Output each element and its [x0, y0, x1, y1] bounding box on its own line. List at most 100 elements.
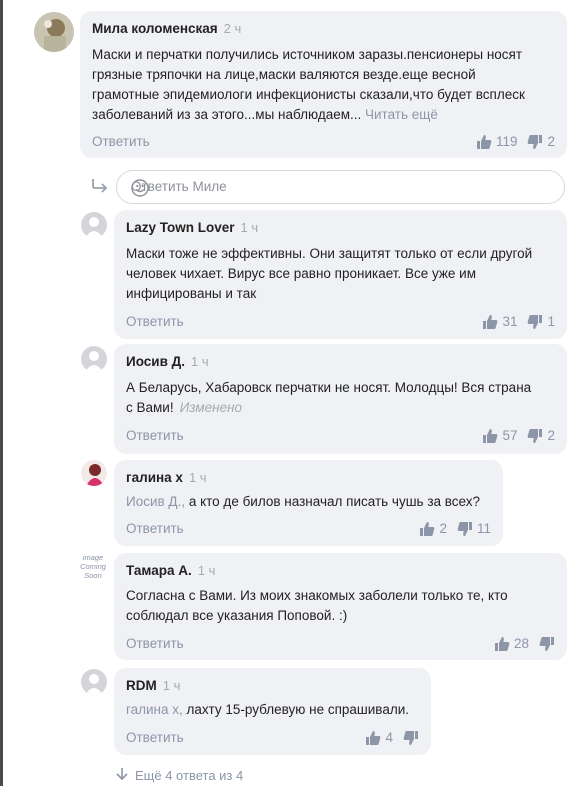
reply-button[interactable]: Ответить	[126, 729, 184, 747]
comment-author[interactable]: Lazy Town Lover	[126, 220, 235, 235]
comment-text: Согласна с Вами. Из моих знакомых заболе…	[126, 586, 508, 626]
reply-row: Ответить Миле	[91, 170, 566, 204]
avatar-text-line: Soon	[84, 571, 102, 580]
chevron-down-icon	[115, 767, 129, 784]
mention-link[interactable]: галина х,	[126, 702, 183, 717]
dislike-button[interactable]: 2	[527, 133, 555, 151]
comment-line: человек чихает. Вирус все равно проникае…	[126, 266, 476, 281]
avatar-text-line: Coming	[80, 562, 106, 571]
avatar[interactable]	[81, 460, 107, 486]
comment-line: грамотные эпидемиологи инфекционисты ска…	[92, 87, 525, 102]
comment-text: А Беларусь, Хабаровск перчатки не носят.…	[126, 378, 531, 418]
comment-line: Согласна с Вами. Из моих знакомых заболе…	[126, 588, 508, 603]
thumb-down-icon	[527, 134, 543, 150]
thumb-up-icon	[476, 134, 492, 150]
dislike-button[interactable]: 11	[457, 520, 491, 538]
comment-header: Lazy Town Lover 1 ч	[126, 219, 258, 237]
dislike-count: 2	[547, 428, 555, 443]
vote-controls: 57 2	[482, 427, 555, 445]
reply-button[interactable]: Ответить	[92, 133, 150, 151]
dislike-button[interactable]	[403, 730, 419, 746]
comment-author[interactable]: Тамара А.	[126, 563, 192, 578]
thumb-down-icon	[457, 521, 473, 537]
vote-controls: 2 11	[419, 520, 491, 538]
like-button[interactable]: 2	[419, 520, 447, 538]
dislike-count: 1	[547, 314, 555, 329]
avatar[interactable]: image Coming Soon	[79, 552, 107, 582]
dislike-button[interactable]: 2	[527, 427, 555, 445]
comment-header: галина х 1 ч	[126, 469, 207, 487]
left-edge	[0, 0, 3, 786]
comment-line: с Вами! Изменено	[126, 398, 531, 418]
thumb-up-icon	[365, 730, 381, 746]
comment-time[interactable]: 1 ч	[241, 220, 259, 235]
reply-arrow-icon	[91, 178, 109, 199]
comment-line: Маски тоже не эффективны. Они защитят то…	[126, 246, 533, 261]
comment-bubble: RDM 1 ч галина х, лахту 15-рублевую не сп…	[114, 668, 431, 755]
comment-author[interactable]: Мила коломенская	[92, 21, 218, 36]
smile-icon[interactable]	[131, 179, 554, 200]
reply-button[interactable]: Ответить	[126, 635, 184, 653]
avatar-placeholder-text: image Coming Soon	[79, 552, 107, 580]
reply-button[interactable]: Ответить	[126, 520, 184, 538]
reply-button[interactable]: Ответить	[126, 313, 184, 331]
like-count: 119	[495, 134, 518, 149]
more-replies-button[interactable]: Ещё 4 ответа из 4	[115, 767, 243, 784]
like-button[interactable]: 4	[365, 729, 393, 747]
comment-author[interactable]: галина х	[126, 470, 183, 485]
like-count: 2	[439, 521, 447, 536]
reply-input[interactable]: Ответить Миле	[116, 170, 565, 204]
comment-line: Маски и перчатки получились источником з…	[92, 47, 523, 62]
vote-controls: 119 2	[476, 133, 555, 151]
comment-header: RDM 1 ч	[126, 677, 180, 695]
comment-line-text: с Вами!	[126, 400, 174, 415]
thumb-up-icon	[482, 428, 498, 444]
more-replies-label: Ещё 4 ответа из 4	[135, 768, 244, 783]
comment-line: инфицированы и так	[126, 286, 257, 301]
like-button[interactable]: 28	[494, 635, 529, 653]
like-count: 57	[502, 428, 518, 443]
comment-line: грязные тряпочки на лице,маски валяются …	[92, 67, 476, 82]
comment-bubble: Тамара А. 1 ч Согласна с Вами. Из моих зн…	[114, 553, 567, 660]
avatar[interactable]	[81, 669, 107, 695]
vote-controls: 28	[494, 635, 555, 653]
like-count: 31	[502, 314, 518, 329]
comment-author[interactable]: Иосив Д.	[126, 354, 185, 369]
like-button[interactable]: 31	[482, 313, 517, 331]
comment-bubble: Мила коломенская 2 ч Маски и перчатки пол…	[80, 11, 567, 158]
comment-time[interactable]: 1 ч	[198, 563, 216, 578]
comment-text: Маски тоже не эффективны. Они защитят то…	[126, 244, 532, 304]
comment-line: соблюдал все указания Поповой. :)	[126, 608, 348, 623]
dislike-button[interactable]	[539, 636, 555, 652]
read-more-link[interactable]: Читать ещё	[365, 107, 438, 122]
avatar[interactable]	[81, 212, 107, 238]
comment-time[interactable]: 1 ч	[163, 678, 181, 693]
comment-time[interactable]: 2 ч	[224, 21, 242, 36]
avatar[interactable]	[81, 346, 107, 372]
reply-button[interactable]: Ответить	[126, 427, 184, 445]
thumb-down-icon	[527, 314, 543, 330]
like-count: 4	[385, 730, 393, 745]
comment-bubble: Lazy Town Lover 1 ч Маски тоже не эффекти…	[114, 210, 567, 339]
vote-controls: 31 1	[482, 313, 555, 331]
mention-link[interactable]: Иосив Д.,	[126, 494, 185, 509]
comment-bubble: галина х 1 ч Иосив Д., а кто де билов наз…	[114, 460, 503, 546]
comment-time[interactable]: 1 ч	[191, 354, 209, 369]
like-button[interactable]: 57	[482, 427, 517, 445]
like-button[interactable]: 119	[476, 133, 518, 151]
avatar[interactable]	[34, 12, 74, 52]
comment-author[interactable]: RDM	[126, 678, 157, 693]
edited-label: Изменено	[179, 400, 243, 415]
dislike-button[interactable]: 1	[527, 313, 555, 331]
thumb-down-icon	[403, 730, 419, 746]
comment-text: галина х, лахту 15-рублевую не спрашивал…	[126, 700, 409, 720]
comment-line-text: а кто де билов назначал писать чушь за в…	[185, 494, 481, 509]
comment-text: Иосив Д., а кто де билов назначал писать…	[126, 492, 480, 512]
avatar-text-line: image	[82, 553, 104, 562]
dislike-count: 2	[547, 134, 555, 149]
thumb-up-icon	[482, 314, 498, 330]
comment-line-text: заболеваний из за этого...мы наблюдаем..…	[92, 107, 362, 122]
comment-header: Тамара А. 1 ч	[126, 562, 215, 580]
comment-time[interactable]: 1 ч	[189, 470, 207, 485]
thumb-up-icon	[494, 636, 510, 652]
